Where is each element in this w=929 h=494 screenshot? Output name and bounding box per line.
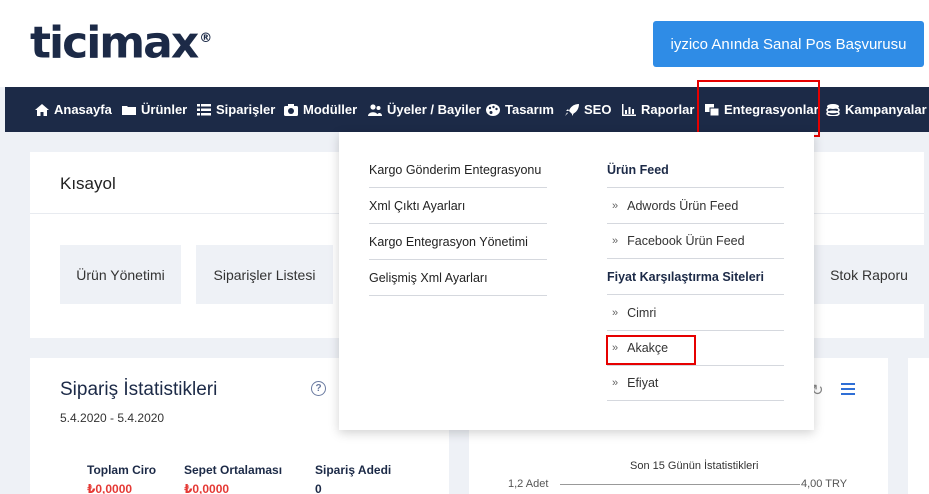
stat-label-sepet-ortalamasi: Sepet Ortalaması: [184, 463, 283, 477]
right-panel: [908, 358, 929, 494]
stats-title: Sipariş İstatistikleri: [60, 379, 218, 400]
nav-label: Modüller: [303, 102, 358, 117]
menu-item-kargo-entegrasyon-yonetimi[interactable]: Kargo Entegrasyon Yönetimi: [369, 224, 547, 260]
stat-value-siparis-adedi: 0: [315, 482, 322, 494]
nav-item-kampanyalar[interactable]: Kampanyalar: [826, 87, 927, 132]
stat-label-toplam-ciro: Toplam Ciro: [87, 463, 157, 477]
logo-registered-mark: ®: [199, 31, 213, 46]
akakce-highlight-box: [606, 335, 696, 365]
camera-icon: [284, 103, 298, 116]
palette-icon: [486, 103, 500, 116]
menu-item-kargo-gonderim[interactable]: Kargo Gönderim Entegrasyonu: [369, 152, 547, 188]
menu-item-facebook-urun-feed[interactable]: » Facebook Ürün Feed: [607, 223, 784, 259]
nav-item-siparisler[interactable]: Siparişler: [197, 87, 275, 132]
stats-date-range: 5.4.2020 - 5.4.2020: [60, 411, 165, 425]
menu-group-urun-feed: Ürün Feed: [607, 152, 784, 188]
nav-item-anasayfa[interactable]: Anasayfa: [35, 87, 112, 132]
nav-item-raporlar[interactable]: Raporlar: [622, 87, 694, 132]
stat-value-toplam-ciro: ₺0,0000: [87, 482, 133, 494]
chart-right-axis-label: 4,00 TRY: [801, 478, 848, 490]
shortcut-urun-yonetimi[interactable]: Ürün Yönetimi: [60, 245, 181, 304]
nav-label: Tasarım: [505, 102, 554, 117]
help-icon[interactable]: ?: [311, 381, 326, 396]
menu-item-gelismis-xml-ayarlari[interactable]: Gelişmiş Xml Ayarları: [369, 260, 547, 296]
menu-item-cimri[interactable]: » Cimri: [607, 295, 784, 331]
nav-item-moduller[interactable]: Modüller: [284, 87, 357, 132]
chevron-double-right-icon: »: [612, 234, 619, 247]
list-icon: [197, 103, 211, 115]
chart-caption: Son 15 Günün İstatistikleri: [630, 460, 759, 472]
stat-value-sepet-ortalamasi: ₺0,0000: [184, 482, 230, 494]
nav-label: Kampanyalar: [845, 102, 927, 117]
menu-item-efiyat[interactable]: » Efiyat: [607, 365, 784, 401]
folder-icon: [122, 105, 136, 115]
chevron-double-right-icon: »: [612, 199, 619, 212]
menu-item-label: Cimri: [627, 305, 657, 320]
menu-item-label: Efiyat: [627, 375, 659, 390]
shortcut-stok-raporu[interactable]: Stok Raporu: [814, 245, 924, 304]
users-icon: [368, 103, 382, 116]
nav-item-seo[interactable]: SEO: [565, 87, 611, 132]
logo-text: ticimax: [30, 17, 199, 69]
chevron-double-right-icon: »: [612, 376, 619, 389]
hamburger-menu-icon[interactable]: [841, 383, 855, 395]
ticimax-logo[interactable]: ticimax ®: [30, 12, 212, 71]
coins-icon: [826, 103, 840, 116]
nav-item-uyeler-bayiler[interactable]: Üyeler / Bayiler: [368, 87, 481, 132]
kisayol-title: Kısayol: [60, 174, 116, 193]
nav-label: Üyeler / Bayiler: [387, 102, 481, 117]
shortcut-siparisler-listesi[interactable]: Siparişler Listesi: [196, 245, 333, 304]
chart-baseline: [560, 484, 800, 485]
nav-label: Siparişler: [216, 102, 276, 117]
iyzico-pos-application-button[interactable]: iyzico Anında Sanal Pos Başvurusu: [653, 21, 924, 67]
top-header: ticimax ® iyzico Anında Sanal Pos Başvuru…: [0, 0, 929, 87]
nav-label: Anasayfa: [54, 102, 112, 117]
menu-group-fiyat-karsilastirma: Fiyat Karşılaştırma Siteleri: [607, 259, 784, 295]
menu-item-xml-cikti-ayarlari[interactable]: Xml Çıktı Ayarları: [369, 188, 547, 224]
nav-item-tasarim[interactable]: Tasarım: [486, 87, 554, 132]
chart-left-axis-label: 1,2 Adet: [508, 478, 549, 490]
entegrasyonlar-highlight-box: [697, 80, 820, 137]
menu-item-label: Facebook Ürün Feed: [627, 233, 745, 248]
home-icon: [35, 103, 49, 116]
menu-item-adwords-urun-feed[interactable]: » Adwords Ürün Feed: [607, 188, 784, 224]
stat-label-siparis-adedi: Sipariş Adedi: [315, 463, 392, 477]
nav-label: Ürünler: [141, 102, 188, 117]
nav-item-urunler[interactable]: Ürünler: [122, 87, 187, 132]
rocket-icon: [565, 103, 579, 116]
menu-item-label: Adwords Ürün Feed: [627, 198, 739, 213]
chart-icon: [622, 103, 636, 116]
nav-label: Raporlar: [641, 102, 695, 117]
chevron-double-right-icon: »: [612, 306, 619, 319]
nav-label: SEO: [584, 102, 612, 117]
